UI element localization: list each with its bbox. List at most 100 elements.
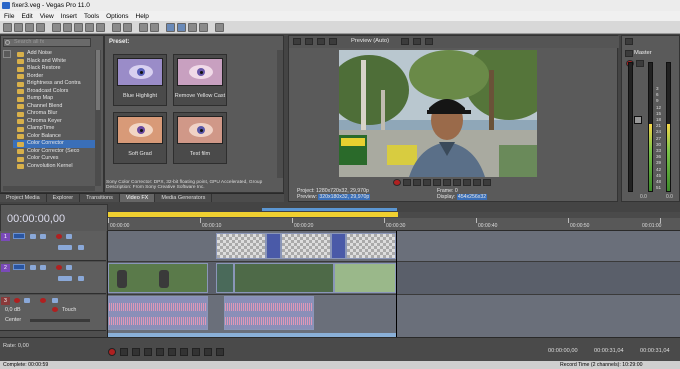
auto-ripple-icon[interactable]: [139, 23, 148, 32]
timeline-timecode[interactable]: 00:00:00,00: [7, 213, 65, 225]
fx-item-color-balance[interactable]: Color Balance: [13, 133, 95, 141]
undo-icon[interactable]: [112, 23, 121, 32]
timeline-clip[interactable]: [234, 263, 334, 293]
timeline-audio-clip[interactable]: [108, 296, 208, 330]
fx-list-scrollbar[interactable]: [95, 50, 101, 186]
go-to-start-icon[interactable]: [453, 179, 461, 186]
play-from-start-icon[interactable]: [132, 348, 140, 356]
next-frame-icon[interactable]: [216, 348, 224, 356]
timeline-overview-bar[interactable]: [262, 208, 397, 211]
fx-item-color-corrector[interactable]: Color Corrector: [13, 140, 95, 148]
mixer-settings-icon[interactable]: [625, 38, 633, 45]
fx-item-clamptime[interactable]: ClampTime: [13, 125, 95, 133]
menu-file[interactable]: File: [4, 13, 14, 20]
fx-item-brightness-contrast[interactable]: Brightness and Contra: [13, 80, 95, 88]
play-from-start-icon[interactable]: [413, 179, 421, 186]
fx-item-chroma-keyer[interactable]: Chroma Keyer: [13, 118, 95, 126]
paste-icon[interactable]: [85, 23, 94, 32]
track-motion-icon[interactable]: [30, 234, 36, 239]
playhead-cursor[interactable]: [396, 231, 397, 337]
fx-list-hscrollbar[interactable]: [3, 186, 95, 191]
fx-item-add-noise[interactable]: Add Noise: [13, 50, 95, 58]
previous-frame-icon[interactable]: [473, 179, 481, 186]
level-slider-icon[interactable]: [78, 276, 84, 281]
save-snapshot-icon[interactable]: [425, 38, 433, 45]
cut-icon[interactable]: [63, 23, 72, 32]
scrollbar-thumb[interactable]: [96, 50, 100, 110]
playback-rate[interactable]: Rate: 0,00: [3, 343, 29, 349]
fx-item-border[interactable]: Border: [13, 73, 95, 81]
timeline-clip[interactable]: [281, 233, 331, 259]
menu-tools[interactable]: Tools: [84, 13, 99, 20]
loop-playback-icon[interactable]: [403, 179, 411, 186]
stop-icon[interactable]: [168, 348, 176, 356]
fx-item-color-curves[interactable]: Color Curves: [13, 155, 95, 163]
menu-insert[interactable]: Insert: [61, 13, 77, 20]
tab-video-fx[interactable]: Video FX: [119, 194, 156, 202]
preview-settings-icon[interactable]: [293, 38, 301, 45]
fx-item-channel-blend[interactable]: Channel Blend: [13, 103, 95, 111]
composite-mode-icon[interactable]: [58, 276, 72, 281]
arm-record-icon[interactable]: [14, 298, 20, 303]
menu-help[interactable]: Help: [136, 13, 149, 20]
track-header-video-2[interactable]: 2: [0, 262, 106, 294]
track-volume[interactable]: 0,0 dB: [5, 307, 21, 313]
track-fx-icon[interactable]: [40, 265, 46, 270]
timeline-ruler[interactable]: 00:00:00 00:00:10 00:00:20 00:00:30 00:0…: [108, 218, 680, 231]
lock-envelopes-icon[interactable]: [150, 23, 159, 32]
copy-icon[interactable]: [74, 23, 83, 32]
fx-item-black-and-white[interactable]: Black and White: [13, 58, 95, 66]
preset-blue-highlight[interactable]: Blue Highlight: [113, 54, 167, 106]
timeline-clip[interactable]: [266, 233, 281, 259]
fx-item-bump-map[interactable]: Bump Map: [13, 95, 95, 103]
previous-frame-icon[interactable]: [204, 348, 212, 356]
go-to-end-icon[interactable]: [192, 348, 200, 356]
delete-icon[interactable]: [96, 23, 105, 32]
record-icon[interactable]: [108, 348, 116, 356]
video-track-1-lane[interactable]: [108, 231, 680, 261]
zoom-tool-icon[interactable]: [199, 23, 208, 32]
copy-snapshot-icon[interactable]: [413, 38, 421, 45]
track-header-video-1[interactable]: 1: [0, 231, 106, 261]
master-solo-icon[interactable]: [636, 60, 644, 67]
envelope-edit-tool-icon[interactable]: [177, 23, 186, 32]
go-to-start-icon[interactable]: [180, 348, 188, 356]
tab-explorer[interactable]: Explorer: [47, 194, 81, 202]
go-to-end-icon[interactable]: [463, 179, 471, 186]
preset-remove-yellow-cast[interactable]: Remove Yellow Cast: [173, 54, 227, 106]
properties-icon[interactable]: [36, 23, 45, 32]
track-header-audio-3[interactable]: 3 0,0 dB Touch Center: [0, 295, 106, 331]
solo-icon[interactable]: [66, 265, 72, 270]
track-motion-icon[interactable]: [30, 265, 36, 270]
preset-soft-grad[interactable]: Soft Grad: [113, 112, 167, 164]
mute-icon[interactable]: [40, 298, 46, 303]
render-icon[interactable]: [52, 23, 61, 32]
audio-track-3-lane[interactable]: [108, 295, 680, 337]
preview-quality-dropdown[interactable]: Preview (Auto): [351, 38, 389, 44]
timeline-clip[interactable]: [346, 233, 396, 259]
timeline-clip[interactable]: [216, 263, 234, 293]
pan-slider[interactable]: [30, 319, 90, 322]
timeline-audio-clip[interactable]: [224, 296, 314, 330]
split-screen-icon[interactable]: [317, 38, 325, 45]
level-slider-icon[interactable]: [78, 245, 84, 250]
pause-icon[interactable]: [156, 348, 164, 356]
menu-options[interactable]: Options: [106, 13, 128, 20]
selection-length-time[interactable]: 00:00:31,04: [640, 348, 670, 354]
preset-scrollbar[interactable]: [277, 50, 283, 178]
track-fx-icon[interactable]: [24, 298, 30, 303]
timeline-clip[interactable]: [334, 263, 396, 293]
help-icon[interactable]: [215, 23, 224, 32]
record-icon[interactable]: [393, 179, 401, 186]
menu-edit[interactable]: Edit: [21, 13, 32, 20]
tab-transitions[interactable]: Transitions: [80, 194, 120, 202]
track-pan[interactable]: Center: [5, 317, 21, 323]
fx-item-convolution-kernel[interactable]: Convolution Kernel: [13, 163, 95, 171]
external-monitor-icon[interactable]: [305, 38, 313, 45]
redo-icon[interactable]: [123, 23, 132, 32]
fx-item-color-corrector-secondary[interactable]: Color Corrector (Seco: [13, 148, 95, 156]
solo-icon[interactable]: [52, 298, 58, 303]
solo-icon[interactable]: [66, 234, 72, 239]
loop-playback-icon[interactable]: [120, 348, 128, 356]
tree-expander-icon[interactable]: [3, 50, 11, 58]
